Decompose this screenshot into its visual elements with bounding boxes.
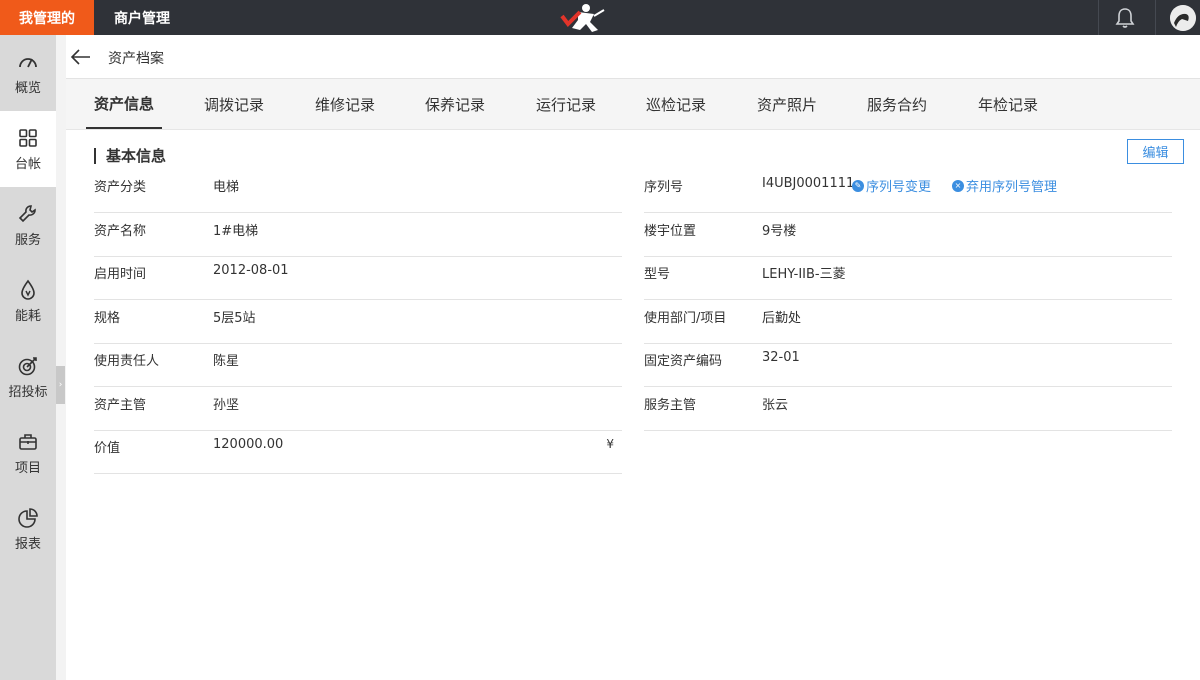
field-label: 服务主管: [644, 398, 697, 413]
sidebar-item-label: 能耗: [14, 308, 41, 324]
field-value: 9号楼: [762, 224, 797, 239]
field-label: 启用时间: [94, 267, 147, 282]
sidebar-item-label: 招投标: [8, 384, 48, 400]
tab-merchant-management[interactable]: 商户管理: [94, 0, 190, 35]
avatar[interactable]: [1170, 5, 1196, 31]
field-service-supervisor: 服务主管 张云: [644, 387, 1172, 431]
field-label: 型号: [644, 267, 671, 282]
user-avatar-icon: [1170, 5, 1196, 31]
field-model: 型号 LEHY-IIB-三菱: [644, 256, 1172, 300]
field-value: LEHY-IIB-三菱: [762, 267, 846, 282]
tab-my-managed[interactable]: 我管理的: [0, 0, 94, 35]
field-label: 序列号: [644, 180, 684, 195]
sidebar: 概览 台帐 服务 能耗 招投标 项目 报表: [0, 35, 56, 680]
top-bar: 我管理的 商户管理: [0, 0, 1200, 35]
tab-service-contracts[interactable]: 服务合约: [859, 79, 935, 129]
sidebar-toggle-button[interactable]: ›: [56, 366, 65, 404]
field-label: 使用责任人: [94, 354, 160, 369]
briefcase-icon: [19, 433, 37, 450]
field-value: 电梯: [213, 180, 240, 195]
sidebar-item-label: 概览: [14, 80, 41, 96]
wrench-icon: [18, 204, 36, 222]
field-value: I4UBJ0001111: [762, 176, 855, 191]
grid-icon: [19, 128, 37, 147]
tab-transfer-records[interactable]: 调拨记录: [196, 79, 272, 129]
bell-icon[interactable]: [1113, 6, 1137, 30]
field-value: 120000.00: [213, 437, 284, 452]
field-label: 价值: [94, 441, 121, 456]
field-fixed-asset-code: 固定资产编码 32-01: [644, 343, 1172, 387]
page-title: 资产档案: [108, 51, 164, 67]
field-start-date: 启用时间 2012-08-01: [94, 256, 622, 300]
field-value: 1#电梯: [213, 224, 259, 239]
field-value: 张云: [762, 398, 789, 413]
section-title: 基本信息: [94, 148, 166, 164]
edit-button[interactable]: 编辑: [1127, 139, 1184, 164]
drop-icon: [21, 279, 35, 300]
field-label: 资产主管: [94, 398, 147, 413]
field-value: 5层5站: [213, 311, 256, 326]
field-value: 2012-08-01: [213, 263, 289, 278]
field-label: 固定资产编码: [644, 354, 723, 369]
serial-manage-link[interactable]: × 弃用序列号管理: [952, 176, 1057, 195]
field-label: 使用部门/项目: [644, 311, 727, 326]
field-asset-category: 资产分类 电梯: [94, 169, 622, 213]
field-asset-supervisor: 资产主管 孙坚: [94, 387, 622, 431]
tab-annual-inspection[interactable]: 年检记录: [970, 79, 1046, 129]
sidebar-item-label: 台帐: [14, 156, 41, 172]
field-specification: 规格 5层5站: [94, 300, 622, 344]
serial-manage-label: 弃用序列号管理: [966, 180, 1058, 195]
divider: [1098, 0, 1099, 35]
speedometer-icon: [19, 57, 37, 67]
sidebar-item-service[interactable]: 服务: [0, 187, 56, 263]
field-asset-name: 资产名称 1#电梯: [94, 213, 622, 257]
tab-operation-records[interactable]: 运行记录: [528, 79, 604, 129]
tab-bar: 资产信息 调拨记录 维修记录 保养记录 运行记录 巡检记录 资产照片 服务合约 …: [66, 79, 1200, 130]
field-value: 陈星: [213, 354, 240, 369]
sidebar-item-overview[interactable]: 概览: [0, 35, 56, 111]
field-value-amount: 价值 120000.00 ¥: [94, 430, 622, 474]
sidebar-item-label: 报表: [14, 536, 41, 552]
sidebar-item-bidding[interactable]: 招投标: [0, 339, 56, 415]
serial-change-link[interactable]: ✎ 序列号变更: [852, 176, 931, 195]
field-building-location: 楼宇位置 9号楼: [644, 213, 1172, 257]
field-label: 规格: [94, 311, 121, 326]
sidebar-item-label: 服务: [14, 232, 41, 248]
field-value: 32-01: [762, 350, 800, 365]
sidebar-item-label: 项目: [14, 460, 41, 476]
field-responsible-person: 使用责任人 陈星: [94, 343, 622, 387]
field-department: 使用部门/项目 后勤处: [644, 300, 1172, 344]
sidebar-item-report[interactable]: 报表: [0, 491, 56, 567]
field-serial-number: 序列号 I4UBJ0001111 ✎ 序列号变更 × 弃用序列号管理: [644, 169, 1172, 213]
field-label: 资产名称: [94, 224, 147, 239]
currency-unit: ¥: [606, 437, 614, 451]
running-man-logo-icon[interactable]: [556, 2, 610, 34]
sidebar-item-project[interactable]: 项目: [0, 415, 56, 491]
sidebar-item-ledger[interactable]: 台帐: [0, 111, 56, 187]
serial-change-label: 序列号变更: [866, 180, 932, 195]
edit-circle-icon: ✎: [852, 179, 864, 192]
main-panel: 资产档案 资产信息 调拨记录 维修记录 保养记录 运行记录 巡检记录 资产照片 …: [66, 35, 1200, 680]
tab-maintenance-records[interactable]: 保养记录: [417, 79, 493, 129]
tab-inspection-records[interactable]: 巡检记录: [638, 79, 714, 129]
field-label: 资产分类: [94, 180, 147, 195]
tab-asset-info[interactable]: 资产信息: [86, 79, 162, 129]
tab-repair-records[interactable]: 维修记录: [307, 79, 383, 129]
tab-asset-photos[interactable]: 资产照片: [749, 79, 825, 129]
field-label: 楼宇位置: [644, 224, 697, 239]
sidebar-item-energy[interactable]: 能耗: [0, 263, 56, 339]
close-circle-icon: ×: [952, 179, 964, 192]
pie-chart-icon: [18, 507, 38, 528]
back-arrow-icon[interactable]: [70, 46, 92, 68]
target-icon: [18, 356, 37, 375]
field-value: 后勤处: [762, 311, 802, 326]
field-value: 孙坚: [213, 398, 240, 413]
divider: [1155, 0, 1156, 35]
page-header: 资产档案: [66, 35, 1200, 79]
